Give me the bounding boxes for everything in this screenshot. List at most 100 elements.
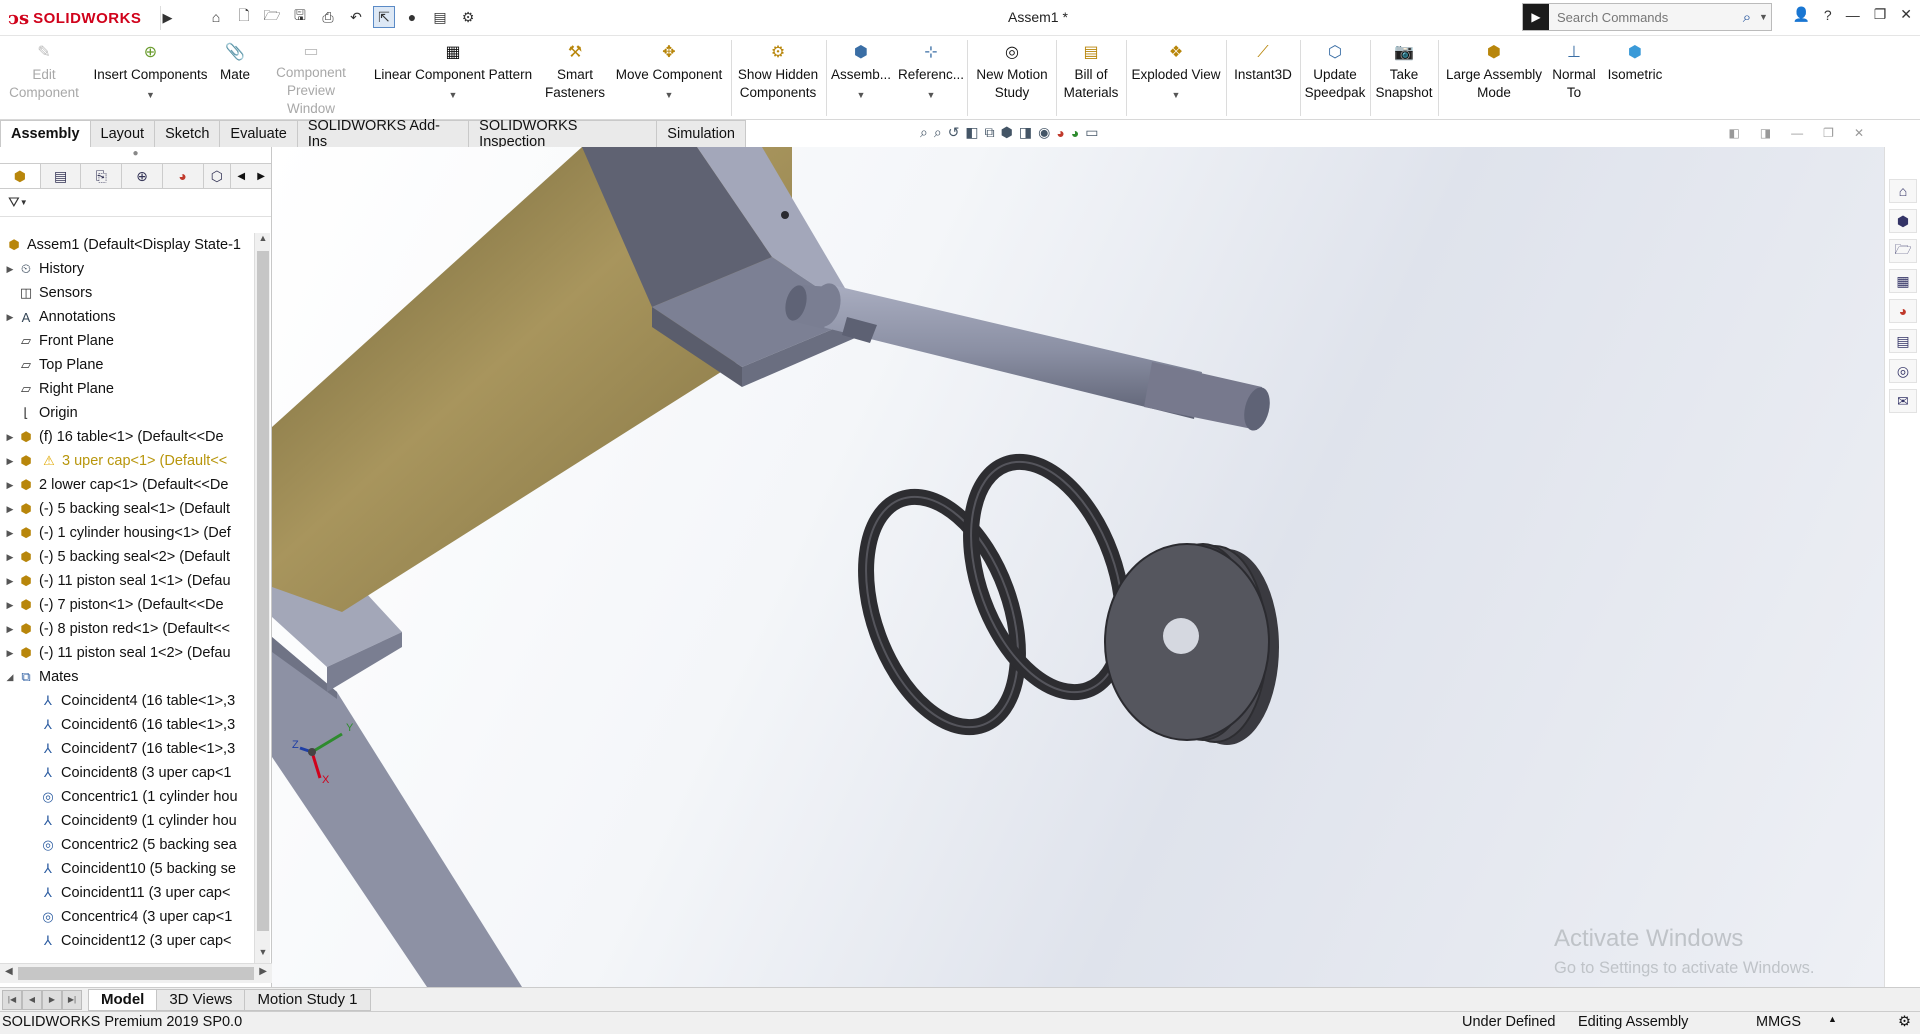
hscroll-thumb[interactable]	[18, 967, 254, 980]
tab-3d-views[interactable]: 3D Views	[156, 988, 246, 1011]
mate-item[interactable]: ⅄ Coincident11 (3 uper cap<	[0, 881, 254, 905]
mate-item[interactable]: ⅄ Coincident7 (16 table<1>,3	[0, 737, 254, 761]
menu-expand-arrow[interactable]: ▶	[160, 6, 174, 30]
view-orientation-icon[interactable]: ⬢	[1001, 124, 1013, 141]
update-speedpak-button[interactable]: ⬡ Update Speedpak	[1302, 42, 1368, 118]
view-settings-icon[interactable]: ▭	[1085, 124, 1098, 141]
chevron-down-icon[interactable]: ▼	[927, 90, 936, 100]
viewport-restore-icon[interactable]: ❐	[1823, 126, 1834, 140]
search-icon[interactable]: ⌕	[1735, 9, 1759, 26]
chevron-down-icon[interactable]: ▼	[665, 90, 674, 100]
chevron-down-icon[interactable]: ▼	[857, 90, 866, 100]
units-selector[interactable]: MMGS	[1756, 1014, 1801, 1030]
close-icon[interactable]: ✕	[1900, 6, 1912, 23]
tree-root[interactable]: ⬢ Assem1 (Default<Display State-1	[0, 233, 254, 257]
mate-item[interactable]: ◎ Concentric1 (1 cylinder hou	[0, 785, 254, 809]
first-tab-icon[interactable]: |◀	[2, 989, 22, 1010]
tree-item[interactable]: ▱ Front Plane	[0, 329, 254, 353]
mate-item[interactable]: ⅄ Coincident4 (16 table<1>,3	[0, 689, 254, 713]
chevron-down-icon[interactable]: ▼	[20, 198, 28, 207]
scroll-up-icon[interactable]: ▲	[255, 233, 271, 249]
tree-item[interactable]: ▶ ⬢ (-) 8 piston red<1> (Default<<	[0, 617, 254, 641]
tree-item[interactable]: ▶ ⬢ (-) 11 piston seal 1<1> (Defau	[0, 569, 254, 593]
tab-inspection[interactable]: SOLIDWORKS Inspection	[468, 118, 658, 150]
tab-layout[interactable]: Layout	[89, 120, 156, 147]
move-component-button[interactable]: ✥ Move Component ▼	[610, 42, 728, 118]
expand-arrow-icon[interactable]: ▶	[4, 552, 16, 563]
instant3d-button[interactable]: ⟋ Instant3D	[1228, 42, 1298, 118]
filter-icon[interactable]: ⛛	[8, 194, 20, 211]
tab-evaluate[interactable]: Evaluate	[219, 120, 298, 147]
assembly-model[interactable]: Y X Z	[272, 147, 1884, 987]
mate-item[interactable]: ⅄ Coincident9 (1 cylinder hou	[0, 809, 254, 833]
edit-appearance-icon[interactable]: ◕	[1056, 125, 1064, 141]
custom-properties-icon[interactable]: ▤	[1889, 329, 1917, 353]
expand-arrow-icon[interactable]: ▶	[4, 624, 16, 635]
save-icon[interactable]: 🖫	[289, 6, 311, 28]
help-icon[interactable]: ?	[1824, 7, 1832, 23]
exploded-view-button[interactable]: ❖ Exploded View ▼	[1128, 42, 1224, 118]
feature-tree-tab-icon[interactable]: ⬢	[0, 164, 41, 188]
expand-arrow-icon[interactable]: ▶	[4, 312, 16, 323]
forum-icon[interactable]: ✉	[1889, 389, 1917, 413]
viewport-collapse-icon[interactable]: ◧	[1728, 126, 1739, 140]
mate-item[interactable]: ◎ Concentric2 (5 backing sea	[0, 833, 254, 857]
mate-item[interactable]: ⅄ Coincident6 (16 table<1>,3	[0, 713, 254, 737]
tree-item[interactable]: ▶ ⬢ (f) 16 table<1> (Default<<De	[0, 425, 254, 449]
solidworks-forum-icon[interactable]: ◎	[1889, 359, 1917, 383]
expand-arrow-icon[interactable]: ▶	[4, 480, 16, 491]
tab-simulation[interactable]: Simulation	[656, 120, 746, 147]
expand-arrow-icon[interactable]: ▶	[4, 648, 16, 659]
expand-arrow-icon[interactable]: ▶	[4, 600, 16, 611]
options-gear-icon[interactable]: ⚙	[457, 6, 479, 28]
new-motion-study-button[interactable]: ◎ New Motion Study	[970, 42, 1054, 118]
chevron-down-icon[interactable]: ▼	[146, 90, 155, 100]
expand-arrow-icon[interactable]: ▶	[4, 264, 16, 275]
apply-scene-icon[interactable]: ◕	[1071, 125, 1079, 141]
tab-sketch[interactable]: Sketch	[154, 120, 221, 147]
tree-item[interactable]: ▶ ⬢ (-) 5 backing seal<1> (Default	[0, 497, 254, 521]
search-dropdown-icon[interactable]: ▼	[1759, 12, 1771, 22]
reference-geometry-button[interactable]: ⊹ Referenc... ▼	[896, 42, 966, 118]
expand-arrow-icon[interactable]: ▶	[4, 576, 16, 587]
home-icon[interactable]: ⌂	[205, 6, 227, 28]
edit-component-button[interactable]: ✎ Edit Component	[4, 42, 84, 118]
take-snapshot-button[interactable]: 📷 Take Snapshot	[1372, 42, 1436, 118]
component-preview-button[interactable]: ▭ Component Preview Window	[258, 42, 364, 118]
graphics-area[interactable]: Y X Z	[272, 147, 1884, 987]
dimxpert-tab-icon[interactable]: ⊕	[122, 164, 163, 188]
display-style-icon[interactable]: ◨	[1019, 124, 1032, 141]
dynamic-annotation-icon[interactable]: ⧉	[985, 124, 995, 141]
cam-tab-icon[interactable]: ⬡	[204, 164, 232, 188]
tree-item[interactable]: ◫ Sensors	[0, 281, 254, 305]
normal-to-button[interactable]: ⊥ Normal To	[1548, 42, 1600, 118]
user-icon[interactable]: 👤	[1792, 6, 1809, 23]
show-hidden-button[interactable]: ⚙ Show Hidden Components	[733, 42, 823, 118]
mate-item[interactable]: ⅄ Coincident10 (5 backing se	[0, 857, 254, 881]
tab-model[interactable]: Model	[88, 988, 158, 1011]
last-tab-icon[interactable]: ▶|	[62, 989, 82, 1010]
smart-fasteners-button[interactable]: ⚒ Smart Fasteners	[545, 42, 605, 118]
search-commands-box[interactable]: ▶ Search Commands ⌕ ▼	[1522, 3, 1772, 31]
tree-horizontal-scrollbar[interactable]: ◀ ▶	[0, 963, 272, 983]
isometric-button[interactable]: ⬢ Isometric	[1602, 42, 1668, 118]
units-up-icon[interactable]: ▲	[1828, 1014, 1837, 1024]
tree-item[interactable]: ⌊ Origin	[0, 401, 254, 425]
linear-pattern-button[interactable]: ▦ Linear Component Pattern ▼	[368, 42, 538, 118]
tab-motion-study-1[interactable]: Motion Study 1	[244, 988, 371, 1011]
tabs-next-icon[interactable]: ▶	[251, 171, 271, 182]
mate-item[interactable]: ◎ Concentric4 (3 uper cap<1	[0, 905, 254, 929]
new-document-icon[interactable]: 🗋	[233, 6, 255, 28]
large-assembly-mode-button[interactable]: ⬢ Large Assembly Mode	[1440, 42, 1548, 118]
viewport-minimize-icon[interactable]: —	[1791, 126, 1803, 140]
hide-show-icon[interactable]: ◉	[1038, 124, 1050, 141]
configuration-manager-tab-icon[interactable]: ⎘	[81, 164, 123, 188]
tree-item[interactable]: ◢ ⧉ Mates	[0, 665, 254, 689]
scroll-thumb[interactable]	[257, 251, 269, 931]
design-library-icon[interactable]: ⬢	[1889, 209, 1917, 233]
search-input[interactable]: Search Commands	[1549, 10, 1735, 25]
insert-components-button[interactable]: ⊕ Insert Components ▼	[88, 42, 213, 118]
mate-item[interactable]: ⅄ Coincident12 (3 uper cap<	[0, 929, 254, 953]
tree-item[interactable]: ▶ ⬢ (-) 11 piston seal 1<2> (Defau	[0, 641, 254, 665]
next-tab-icon[interactable]: ▶	[42, 989, 62, 1010]
